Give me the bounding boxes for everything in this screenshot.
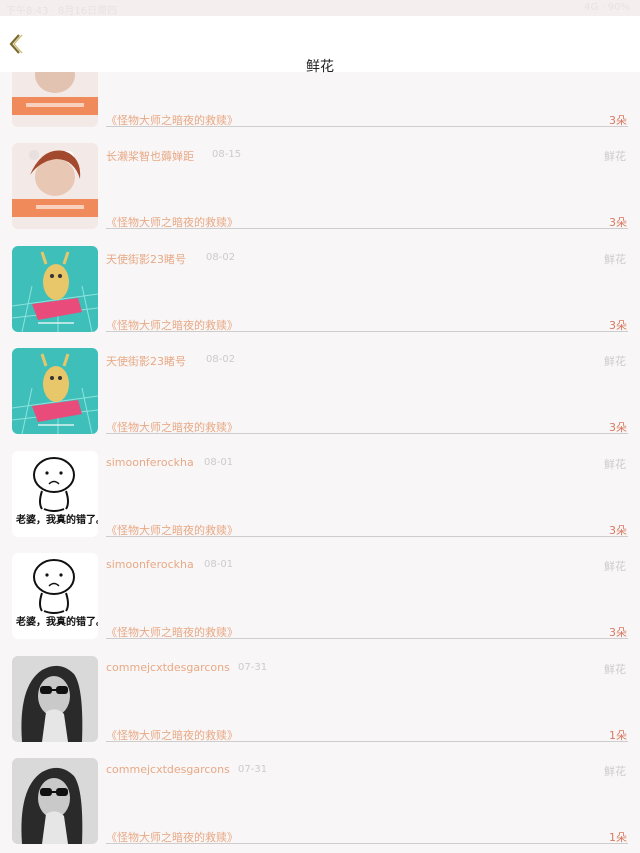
- nav-bar: 鲜花: [0, 16, 640, 75]
- divider: [106, 433, 628, 434]
- cartoon-scale-avatar: [12, 348, 98, 434]
- username[interactable]: 长濑桨智也薅婵距: [106, 148, 194, 164]
- gift-type: 鲜花: [604, 355, 626, 368]
- page-title: 鲜花: [306, 59, 334, 75]
- gift-type: 鲜花: [604, 663, 626, 676]
- sad-doodle-avatar: 老婆，我真的错了。: [12, 451, 98, 537]
- list-item[interactable]: 天使街影23睹号 08-02 鲜花 《怪物大师之暗夜的救赎》 3朵: [0, 246, 640, 348]
- status-time: 下午8:43 · 8月16日周四: [6, 6, 118, 17]
- avatar-caption: 老婆，我真的错了。: [15, 513, 98, 526]
- list-item[interactable]: 天使街影23睹号 08-02 鲜花 《怪物大师之暗夜的救赎》 3朵: [0, 348, 640, 450]
- gift-type: 鲜花: [604, 560, 626, 573]
- divider: [106, 843, 628, 844]
- divider: [106, 741, 628, 742]
- username[interactable]: commejcxtdesgarcons: [106, 763, 230, 776]
- username[interactable]: simoonferockha: [106, 456, 194, 469]
- flower-girl-avatar: [12, 72, 98, 127]
- list-item[interactable]: 《怪物大师之暗夜的救赎》 3朵: [0, 72, 640, 143]
- sunglasses-woman-avatar: [12, 758, 98, 844]
- avatar-caption: 老婆，我真的错了。: [15, 615, 98, 628]
- gift-type: 鲜花: [604, 253, 626, 266]
- username[interactable]: 天使街影23睹号: [106, 353, 186, 369]
- username[interactable]: commejcxtdesgarcons: [106, 661, 230, 674]
- sunglasses-woman-avatar: [12, 656, 98, 742]
- divider: [106, 331, 628, 332]
- status-battery: 4G · 90%: [584, 2, 630, 13]
- username[interactable]: 天使街影23睹号: [106, 251, 186, 267]
- flower-girl-avatar: [12, 143, 98, 229]
- list-item[interactable]: commejcxtdesgarcons 07-31 鲜花 《怪物大师之暗夜的救赎…: [0, 758, 640, 853]
- date: 08-01: [204, 457, 234, 468]
- date: 08-01: [204, 559, 234, 570]
- divider: [106, 536, 628, 537]
- gift-type: 鲜花: [604, 765, 626, 778]
- flower-list[interactable]: 《怪物大师之暗夜的救赎》 3朵 长濑桨智也薅婵距 08-15 鲜花 《怪物大师之…: [0, 72, 640, 853]
- list-item[interactable]: 老婆，我真的错了。 simoonferockha 08-01 鲜花 《怪物大师之…: [0, 553, 640, 655]
- list-item[interactable]: 长濑桨智也薅婵距 08-15 鲜花 《怪物大师之暗夜的救赎》 3朵: [0, 143, 640, 245]
- date: 07-31: [238, 764, 268, 775]
- list-item[interactable]: commejcxtdesgarcons 07-31 鲜花 《怪物大师之暗夜的救赎…: [0, 656, 640, 758]
- divider: [106, 126, 628, 127]
- date: 08-02: [206, 354, 236, 365]
- divider: [106, 228, 628, 229]
- gift-type: 鲜花: [604, 458, 626, 471]
- sad-doodle-avatar: 老婆，我真的错了。: [12, 553, 98, 639]
- divider: [106, 638, 628, 639]
- status-bar: 下午8:43 · 8月16日周四 4G · 90%: [0, 0, 640, 17]
- username[interactable]: simoonferockha: [106, 558, 194, 571]
- date: 08-15: [212, 149, 242, 160]
- date: 07-31: [238, 662, 268, 673]
- cartoon-scale-avatar: [12, 246, 98, 332]
- list-item[interactable]: 老婆，我真的错了。 simoonferockha 08-01 鲜花 《怪物大师之…: [0, 451, 640, 553]
- date: 08-02: [206, 252, 236, 263]
- gift-type: 鲜花: [604, 150, 626, 163]
